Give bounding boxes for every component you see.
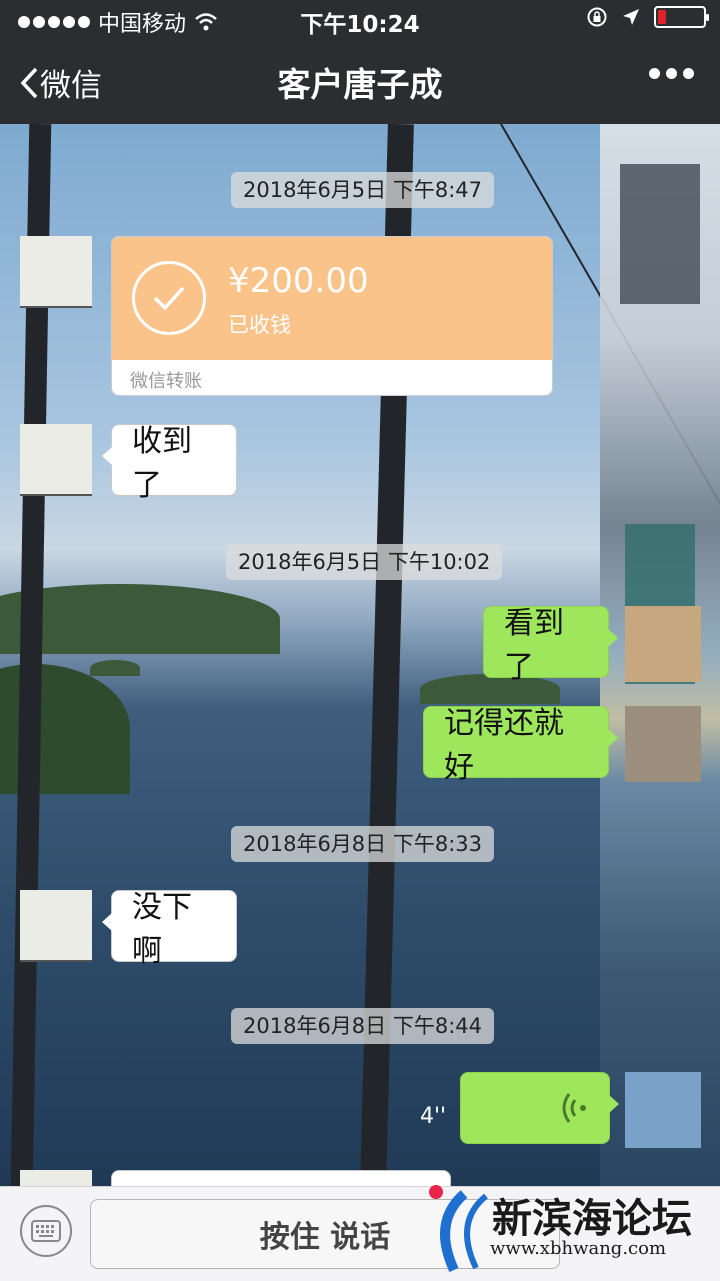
watermark: 新滨海论坛 www.xbhwang.com: [424, 1182, 720, 1280]
checkmark-icon: [132, 261, 206, 335]
transfer-amount: ¥200.00: [228, 261, 369, 301]
watermark-url: www.xbhwang.com: [490, 1238, 667, 1259]
watermark-logo-icon: [429, 1185, 488, 1273]
keyboard-toggle-button[interactable]: [20, 1205, 72, 1257]
my-avatar[interactable]: [625, 1072, 701, 1148]
rotation-lock-icon: [587, 7, 607, 27]
battery-icon: [654, 6, 709, 28]
background-island: [90, 660, 140, 676]
pixelated-strip: [620, 164, 700, 304]
my-avatar[interactable]: [625, 706, 701, 782]
voice-message-bubble[interactable]: [460, 1072, 619, 1144]
timestamp: 2018年6月5日 下午10:02: [226, 544, 503, 580]
more-options-button[interactable]: [649, 68, 694, 79]
keyboard-icon: [31, 1220, 61, 1242]
message-bubble[interactable]: 记得还就好: [423, 706, 618, 785]
location-icon: [623, 9, 639, 25]
transfer-footer: 微信转账: [130, 371, 202, 392]
timestamp: 2018年6月8日 下午8:44: [231, 1008, 494, 1044]
avatar[interactable]: [20, 1170, 92, 1186]
timestamp: 2018年6月8日 下午8:33: [231, 826, 494, 862]
chat-area[interactable]: 2018年6月5日 下午8:47 ¥200.00 已收钱 微信转账 收到了 20…: [0, 124, 720, 1186]
message-bubble[interactable]: 收到了: [102, 424, 237, 503]
message-bubble[interactable]: 看到了: [483, 606, 618, 685]
status-bar: 中国移动 下午10:24: [0, 0, 720, 40]
my-avatar[interactable]: [625, 606, 701, 682]
transfer-card[interactable]: ¥200.00 已收钱 微信转账: [111, 236, 553, 396]
voice-duration: 4'': [420, 1104, 447, 1129]
avatar[interactable]: [20, 236, 92, 308]
avatar[interactable]: [20, 424, 92, 496]
voice-wave-icon: [562, 1093, 586, 1123]
message-bubble[interactable]: 没下啊: [102, 890, 237, 969]
timestamp: 2018年6月5日 下午8:47: [231, 172, 494, 208]
transfer-status: 已收钱: [228, 313, 291, 337]
avatar[interactable]: [20, 890, 92, 962]
nav-bar: 微信 客户唐子成: [0, 40, 720, 124]
chat-title: 客户唐子成: [277, 65, 443, 104]
watermark-name: 新滨海论坛: [492, 1196, 692, 1242]
top-bar: 中国移动 下午10:24 微信 客户唐子成: [0, 0, 720, 124]
message-bubble[interactable]: [111, 1170, 451, 1186]
